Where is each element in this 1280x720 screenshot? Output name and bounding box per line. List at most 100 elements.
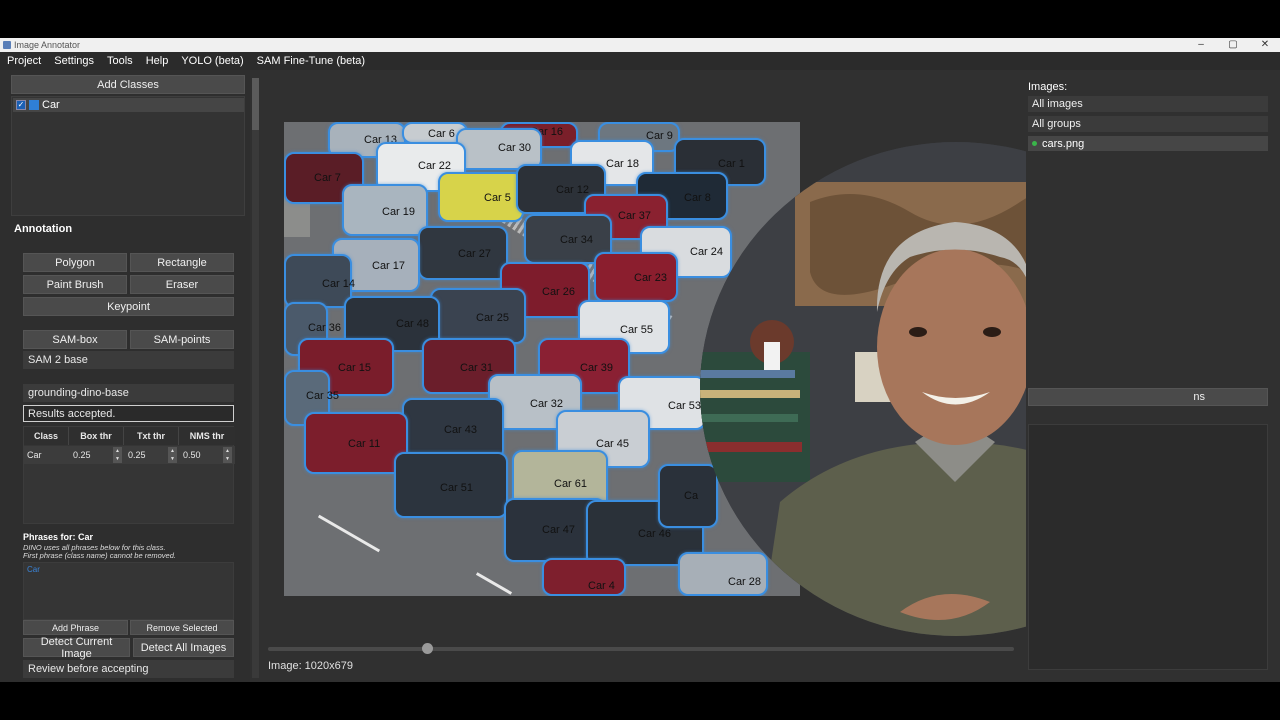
checkbox-icon[interactable]: ✓ xyxy=(16,100,26,110)
menu-tools[interactable]: Tools xyxy=(107,55,133,67)
threshold-table: Class Box thr Txt thr NMS thr Car 0.25 ▲… xyxy=(23,426,235,524)
detect-all-images-button[interactable]: Detect All Images xyxy=(133,638,234,657)
add-classes-button[interactable]: Add Classes xyxy=(11,75,245,94)
car-annotation[interactable]: Car 23 xyxy=(594,252,678,302)
car-label: Car 36 xyxy=(308,322,342,334)
menu-yolo[interactable]: YOLO (beta) xyxy=(181,55,243,67)
rectangle-button[interactable]: Rectangle xyxy=(130,253,234,272)
slider-handle[interactable] xyxy=(422,643,433,654)
car-label: Car 12 xyxy=(556,184,590,196)
car-label: Car 14 xyxy=(322,278,356,290)
car-label: Car 17 xyxy=(372,260,406,272)
car-annotation[interactable]: Ca xyxy=(658,464,718,528)
menu-project[interactable]: Project xyxy=(7,55,41,67)
car-annotation[interactable]: Car 43 xyxy=(402,398,504,460)
car-label: Car 25 xyxy=(476,312,510,324)
class-item-car[interactable]: ✓ Car xyxy=(13,98,244,112)
car-label: Car 26 xyxy=(542,286,576,298)
car-label: Car 47 xyxy=(542,524,576,536)
phrases-for-label: Phrases for: Car xyxy=(23,532,94,542)
close-icon[interactable]: ✕ xyxy=(1260,38,1270,52)
car-label: Car 19 xyxy=(382,206,416,218)
images-label: Images: xyxy=(1028,81,1068,93)
car-label: Car 51 xyxy=(440,482,474,494)
image-slider[interactable] xyxy=(268,643,1014,654)
car-label: Car 27 xyxy=(458,248,492,260)
paint-brush-button[interactable]: Paint Brush xyxy=(23,275,127,294)
dino-model-select[interactable]: grounding-dino-base xyxy=(23,384,234,402)
nms-thr-input[interactable]: 0.50 xyxy=(180,446,222,464)
car-label: Car 8 xyxy=(684,192,711,204)
sam-model-select[interactable]: SAM 2 base xyxy=(23,351,234,369)
all-groups-select[interactable]: All groups xyxy=(1028,116,1268,132)
box-thr-input[interactable]: 0.25 xyxy=(70,446,112,464)
eraser-button[interactable]: Eraser xyxy=(130,275,234,294)
car-annotation[interactable]: Car 28 xyxy=(678,552,768,596)
nms-thr-spinner-icon[interactable]: ▲ ▼ xyxy=(223,447,232,463)
lane-marking xyxy=(475,572,513,595)
add-phrase-button[interactable]: Add Phrase xyxy=(23,620,128,635)
car-label: Car 55 xyxy=(620,324,654,336)
car-annotation[interactable]: Car 11 xyxy=(304,412,408,474)
results-status-field: Results accepted. xyxy=(23,405,234,422)
detect-current-image-button[interactable]: Detect Current Image xyxy=(23,636,130,660)
car-label: Car 45 xyxy=(596,438,630,450)
image-list-item[interactable]: cars.png xyxy=(1028,136,1268,151)
phrase-list: Car xyxy=(23,562,234,620)
remove-selected-button[interactable]: Remove Selected xyxy=(130,620,234,635)
window-title: Image Annotator xyxy=(14,40,81,50)
car-label: Car 18 xyxy=(606,158,640,170)
menu-sam-finetune[interactable]: SAM Fine-Tune (beta) xyxy=(257,55,365,67)
window-titlebar: Image Annotator – ▢ ✕ xyxy=(0,38,1280,52)
car-label: Car 48 xyxy=(396,318,430,330)
all-images-select[interactable]: All images xyxy=(1028,96,1268,112)
car-label: Car 9 xyxy=(646,130,673,142)
car-label: Car 23 xyxy=(634,272,668,284)
sam-box-button[interactable]: SAM-box xyxy=(23,330,127,349)
car-label: Car 28 xyxy=(728,576,762,588)
car-annotation[interactable]: Car 14 xyxy=(284,254,356,308)
box-thr-spinner-icon[interactable]: ▲ ▼ xyxy=(113,447,122,463)
txt-thr-spinner-icon[interactable]: ▲ ▼ xyxy=(168,447,177,463)
sam-points-button[interactable]: SAM-points xyxy=(130,330,234,349)
image-dimensions-label: Image: 1020x679 xyxy=(268,660,354,672)
keypoint-button[interactable]: Keypoint xyxy=(23,297,234,316)
menu-settings[interactable]: Settings xyxy=(54,55,94,67)
left-panel-scrollbar[interactable] xyxy=(252,78,259,678)
car-label: Car 1 xyxy=(718,158,745,170)
minimize-icon[interactable]: – xyxy=(1196,38,1206,52)
car-label: Car 4 xyxy=(588,580,615,592)
car-label: Car 37 xyxy=(618,210,652,222)
car-annotation[interactable]: Car 51 xyxy=(394,452,508,518)
car-label: Ca xyxy=(684,490,699,502)
annotation-heading: Annotation xyxy=(14,223,73,235)
column-header-class: Class xyxy=(24,427,69,445)
lane-marking xyxy=(317,514,381,553)
right-panel: Images: All images All groups cars.png n… xyxy=(1026,70,1280,682)
car-annotation[interactable]: Car 19 xyxy=(342,184,428,236)
phrases-note-2: First phrase (class name) cannot be remo… xyxy=(23,551,176,560)
review-mode-select[interactable]: Review before accepting xyxy=(23,660,234,678)
car-label: Car 46 xyxy=(638,528,672,540)
column-header-txt-thr: Txt thr xyxy=(124,427,179,445)
scrollbar-thumb[interactable] xyxy=(252,78,259,130)
car-annotation[interactable]: Car 5 xyxy=(438,172,524,222)
canvas-area: Car 13 Car 6 Car 16 Car 9 Car 30 Car 18 Car 1C… xyxy=(262,70,1212,682)
car-annotation[interactable]: Car 25 xyxy=(430,288,526,344)
car-label: Car 22 xyxy=(418,160,452,172)
car-annotation[interactable]: Car 4 xyxy=(542,558,626,596)
polygon-button[interactable]: Polygon xyxy=(23,253,127,272)
txt-thr-input[interactable]: 0.25 xyxy=(125,446,167,464)
column-header-nms-thr: NMS thr xyxy=(179,427,235,445)
menu-help[interactable]: Help xyxy=(146,55,169,67)
partially-hidden-button[interactable]: ns xyxy=(1028,388,1268,406)
car-label: Car 32 xyxy=(530,398,564,410)
car-label: Car 30 xyxy=(498,142,532,154)
cell-class: Car xyxy=(27,450,42,460)
car-label: Car 43 xyxy=(444,424,478,436)
car-annotation[interactable]: Car 27 xyxy=(418,226,508,280)
list-item[interactable]: Car xyxy=(27,565,40,574)
left-panel: Add Classes ✓ Car Annotation Polygon Rec… xyxy=(0,70,250,682)
maximize-icon[interactable]: ▢ xyxy=(1228,38,1238,52)
car-label: Car 61 xyxy=(554,478,588,490)
